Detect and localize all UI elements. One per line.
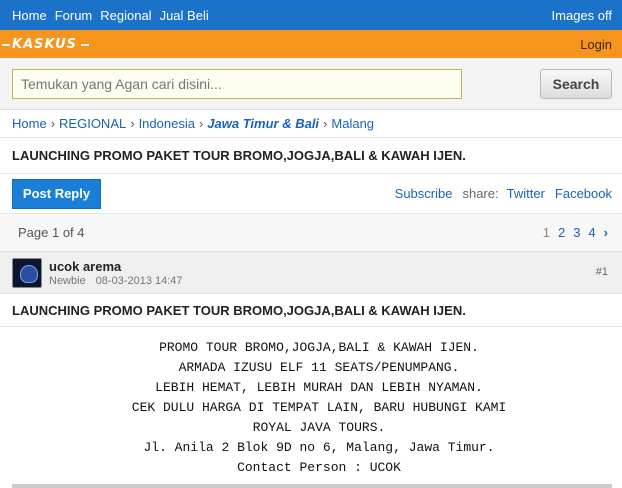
share-label: share: <box>462 186 499 201</box>
breadcrumb-malang[interactable]: Malang <box>331 116 374 131</box>
breadcrumb-separator: › <box>130 116 135 131</box>
breadcrumb-separator: › <box>50 116 56 131</box>
post-body-line: ARMADA IZUSU ELF 11 SEATS/PENUMPANG. <box>178 360 460 375</box>
post-body-line: Contact Person : UCOK <box>237 460 401 475</box>
search-bar: Search <box>0 58 622 110</box>
author-name[interactable]: ucok arema <box>49 259 183 274</box>
page-link-1: 1 <box>542 225 550 240</box>
search-button[interactable]: Search <box>540 68 612 99</box>
post-author-info: ucok arema Newbie 08-03-2013 14:47 <box>49 259 183 287</box>
breadcrumb-indonesia[interactable]: Indonesia <box>139 116 195 131</box>
subscribe-link[interactable]: Subscribe <box>395 186 453 201</box>
images-off-link[interactable]: Images off <box>552 8 612 23</box>
post-body-line: ROYAL JAVA TOURS. <box>252 420 386 435</box>
thread-title: LAUNCHING PROMO PAKET TOUR BROMO,JOGJA,B… <box>0 138 622 174</box>
nav-forum-link[interactable]: Forum <box>55 8 93 23</box>
brand-bar: KASKUS Login <box>0 30 622 58</box>
post-body-line: LEBIH HEMAT, LEBIH MURAH DAN LEBIH NYAMA… <box>155 380 483 395</box>
twitter-share-link[interactable]: Twitter <box>507 186 545 201</box>
pagination-bar: Page 1 of 4 1 2 3 4 › <box>0 214 622 252</box>
breadcrumb-separator: › <box>323 116 328 131</box>
nav-home-link[interactable]: Home <box>12 8 47 23</box>
top-navigation-bar: Home Forum Regional Jual Beli Images off <box>0 0 622 30</box>
post-body-line: PROMO TOUR BROMO,JOGJA,BALI & KAWAH IJEN… <box>159 340 479 355</box>
nav-regional-link[interactable]: Regional <box>100 8 151 23</box>
page-link-2[interactable]: 2 <box>558 225 565 240</box>
breadcrumb: Home › REGIONAL › Indonesia › Jawa Timur… <box>0 110 622 138</box>
page-link-4[interactable]: 4 <box>588 225 595 240</box>
next-page-chevron-icon[interactable]: › <box>604 225 608 240</box>
page-link-3[interactable]: 3 <box>573 225 580 240</box>
post-header: ucok arema Newbie 08-03-2013 14:47 #1 <box>0 252 622 294</box>
post-image-edge <box>12 484 612 488</box>
breadcrumb-jawa-timur-bali[interactable]: Jawa Timur & Bali <box>207 116 319 131</box>
breadcrumb-separator: › <box>198 116 204 131</box>
kaskus-logo[interactable]: KASKUS <box>1 37 90 52</box>
post-title: LAUNCHING PROMO PAKET TOUR BROMO,JOGJA,B… <box>0 294 622 327</box>
page-links: 1 2 3 4 › <box>543 225 608 240</box>
top-nav-links: Home Forum Regional Jual Beli <box>12 8 209 23</box>
post-body: PROMO TOUR BROMO,JOGJA,BALI & KAWAH IJEN… <box>0 327 622 478</box>
post-reply-button[interactable]: Post Reply <box>12 178 101 209</box>
post-date: 08-03-2013 14:47 <box>95 274 183 287</box>
breadcrumb-regional[interactable]: REGIONAL <box>59 116 126 131</box>
post-body-line: Jl. Anila 2 Blok 9D no 6, Malang, Jawa T… <box>143 440 495 455</box>
page-info: Page 1 of 4 <box>18 225 85 240</box>
post-body-line: CEK DULU HARGA DI TEMPAT LAIN, BARU HUBU… <box>131 400 507 415</box>
thread-actions: Post Reply Subscribe share: Twitter Face… <box>0 174 622 214</box>
avatar[interactable] <box>12 257 42 288</box>
share-links: Subscribe share: Twitter Facebook <box>395 186 612 201</box>
post-number[interactable]: #1 <box>596 266 608 278</box>
author-meta: Newbie 08-03-2013 14:47 <box>49 275 183 287</box>
search-input[interactable] <box>12 68 462 99</box>
breadcrumb-home[interactable]: Home <box>12 116 47 131</box>
login-link[interactable]: Login <box>580 37 612 52</box>
facebook-share-link[interactable]: Facebook <box>555 186 612 201</box>
logo-text: KASKUS <box>1 37 90 52</box>
author-rank: Newbie <box>49 274 86 287</box>
nav-jual-beli-link[interactable]: Jual Beli <box>160 8 209 23</box>
